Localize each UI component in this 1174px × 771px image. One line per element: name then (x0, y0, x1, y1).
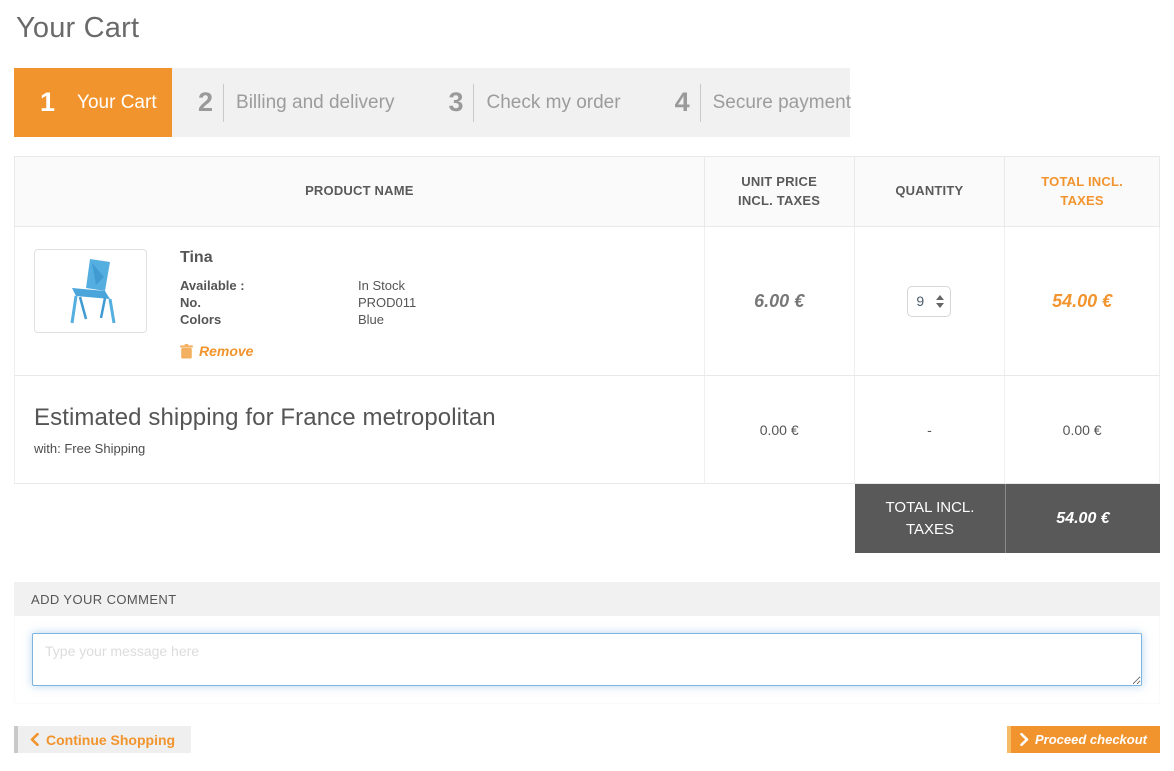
page-title: Your Cart (14, 12, 1160, 45)
stepper-arrows-icon[interactable] (936, 295, 944, 308)
shipping-title: Estimated shipping for France metropolit… (34, 404, 496, 432)
attribute-reference: No. PROD011 (180, 294, 416, 311)
attribute-color: Colors Blue (180, 311, 416, 328)
row-total-cell: 54.00 € (1005, 227, 1159, 375)
proceed-checkout-label: Proceed checkout (1035, 732, 1147, 747)
product-cell: Tina Available : In Stock No. PROD011 Co… (15, 227, 705, 375)
step-your-cart[interactable]: 1 Your Cart (14, 68, 172, 137)
table-row-product: Tina Available : In Stock No. PROD011 Co… (14, 227, 1160, 376)
step-number: 3 (422, 87, 473, 118)
step-secure-payment[interactable]: 4 Secure payment (649, 68, 879, 137)
step-label: Your Cart (65, 92, 185, 114)
cart-table-header: PRODUCT NAME UNIT PRICE INCL. TAXES QUAN… (14, 156, 1160, 227)
header-unit-price: UNIT PRICE INCL. TAXES (705, 157, 855, 226)
shipping-cell: Estimated shipping for France metropolit… (15, 376, 705, 483)
blue-chair-image (52, 255, 130, 327)
continue-shopping-label: Continue Shopping (46, 732, 175, 748)
trash-icon (180, 344, 193, 359)
step-billing-delivery[interactable]: 2 Billing and delivery (172, 68, 422, 137)
row-total-value: 54.00 € (1052, 291, 1112, 312)
product-info: Tina Available : In Stock No. PROD011 Co… (180, 249, 416, 364)
attribute-label: Available : (180, 277, 358, 294)
total-row-spacer (14, 484, 855, 553)
step-label: Check my order (474, 92, 648, 114)
product-name: Tina (180, 249, 416, 267)
remove-label: Remove (199, 343, 253, 359)
checkout-steps: 1 Your Cart 2 Billing and delivery 3 Che… (14, 68, 850, 137)
quantity-input[interactable] (916, 293, 932, 309)
unit-price-cell: 6.00 € (705, 227, 855, 375)
step-number: 1 (14, 87, 65, 118)
shipping-quantity: - (927, 422, 932, 438)
quantity-stepper[interactable] (907, 286, 951, 317)
attribute-availability: Available : In Stock (180, 277, 416, 294)
table-row-grand-total: TOTAL INCL. TAXES 54.00 € (14, 484, 1160, 553)
step-number: 4 (649, 87, 700, 118)
shipping-carrier: with: Free Shipping (34, 441, 145, 456)
attribute-label: No. (180, 294, 358, 311)
step-check-order[interactable]: 3 Check my order (422, 68, 648, 137)
quantity-cell (855, 227, 1006, 375)
cart-table: PRODUCT NAME UNIT PRICE INCL. TAXES QUAN… (14, 156, 1160, 553)
chevron-right-icon (1020, 733, 1029, 746)
header-product-name: PRODUCT NAME (15, 157, 705, 226)
shipping-quantity-cell: - (855, 376, 1006, 483)
stepper-up-icon[interactable] (936, 295, 944, 300)
header-total: TOTAL INCL. TAXES (1005, 157, 1159, 226)
attribute-value: Blue (358, 311, 384, 328)
grand-total-label: TOTAL INCL. TAXES (855, 484, 1006, 553)
product-thumbnail[interactable] (34, 249, 147, 333)
step-number: 2 (172, 87, 223, 118)
table-row-shipping: Estimated shipping for France metropolit… (14, 376, 1160, 484)
step-label: Secure payment (701, 92, 879, 114)
chevron-left-icon (30, 733, 39, 746)
attribute-value: PROD011 (358, 294, 416, 311)
attribute-value: In Stock (358, 277, 405, 294)
comment-heading: ADD YOUR COMMENT (14, 582, 1160, 616)
shipping-unit-price-cell: 0.00 € (705, 376, 855, 483)
continue-shopping-button[interactable]: Continue Shopping (14, 726, 191, 753)
header-quantity: QUANTITY (855, 157, 1006, 226)
shipping-total-cell: 0.00 € (1005, 376, 1159, 483)
product-attributes: Available : In Stock No. PROD011 Colors … (180, 277, 416, 328)
comment-section: ADD YOUR COMMENT (14, 582, 1160, 704)
footer-actions: Continue Shopping Proceed checkout (14, 726, 1160, 753)
step-label: Billing and delivery (224, 92, 422, 114)
unit-price-value: 6.00 € (754, 291, 804, 312)
proceed-checkout-button[interactable]: Proceed checkout (1007, 726, 1160, 753)
stepper-down-icon[interactable] (936, 303, 944, 308)
grand-total-value: 54.00 € (1006, 484, 1160, 553)
shipping-total: 0.00 € (1063, 422, 1102, 438)
shipping-unit-price: 0.00 € (760, 422, 799, 438)
comment-textarea[interactable] (32, 633, 1142, 686)
remove-product-button[interactable]: Remove (180, 343, 253, 359)
attribute-label: Colors (180, 311, 358, 328)
cart-page: Your Cart 1 Your Cart 2 Billing and deli… (0, 0, 1174, 753)
comment-body (14, 616, 1160, 704)
